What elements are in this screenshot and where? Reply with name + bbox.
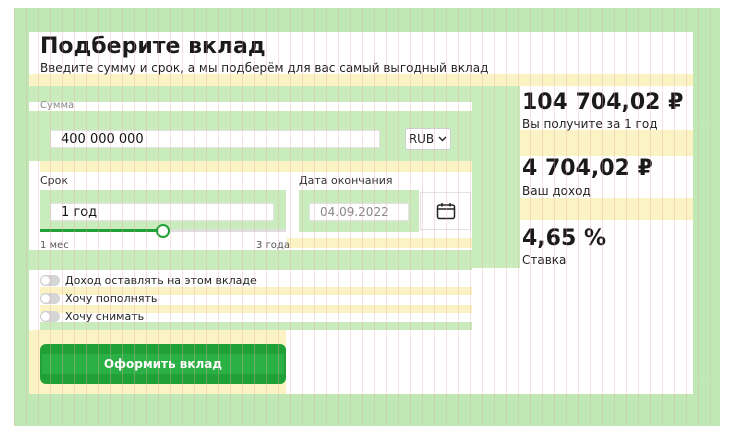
amount-label: Сумма [40,100,75,111]
term-slider-fill [40,229,163,232]
overlay-stripe [40,160,472,172]
page-subtitle: Введите сумму и срок, а мы подберём для … [40,61,489,75]
total-caption: Вы получите за 1 год [522,117,658,131]
rate-value: 4,65 % [522,226,606,251]
overlay-block [29,250,472,270]
currency-value: RUB [408,132,435,146]
income-caption: Ваш доход [522,184,591,198]
currency-select[interactable]: RUB [405,128,451,150]
overlay-block [472,86,520,268]
slider-max-label: 3 года [256,240,290,251]
income-amount: 4 704,02 ₽ [522,156,653,181]
toggle-replenish[interactable] [40,293,60,304]
term-label: Срок [40,174,69,187]
overlay-block [29,86,472,102]
calendar-button[interactable] [420,192,471,230]
toggle-withdraw[interactable] [40,311,60,322]
option-replenish-label: Хочу пополнять [65,292,158,305]
end-date-label: Дата окончания [299,174,393,187]
calendar-icon [436,203,455,220]
overlay-stripe [29,74,693,86]
submit-button[interactable]: Оформить вклад [40,344,286,384]
term-input[interactable]: 1 год [50,203,274,221]
overlay-stripe [287,238,472,248]
rate-caption: Ставка [522,253,567,267]
submit-button-label: Оформить вклад [41,354,285,374]
chevron-down-icon [438,136,447,142]
toggle-keep-income[interactable] [40,275,60,286]
page-title: Подберите вклад [40,34,266,59]
term-slider-handle[interactable] [156,224,170,238]
total-amount: 104 704,02 ₽ [522,90,684,115]
amount-input[interactable]: 400 000 000 [50,130,380,148]
end-date-input[interactable]: 04.09.2022 [309,203,409,221]
overlay-block [40,322,472,330]
slider-min-label: 1 мес [40,240,69,251]
option-withdraw-label: Хочу снимать [65,310,145,323]
option-keep-income-label: Доход оставлять на этом вкладе [65,274,257,287]
